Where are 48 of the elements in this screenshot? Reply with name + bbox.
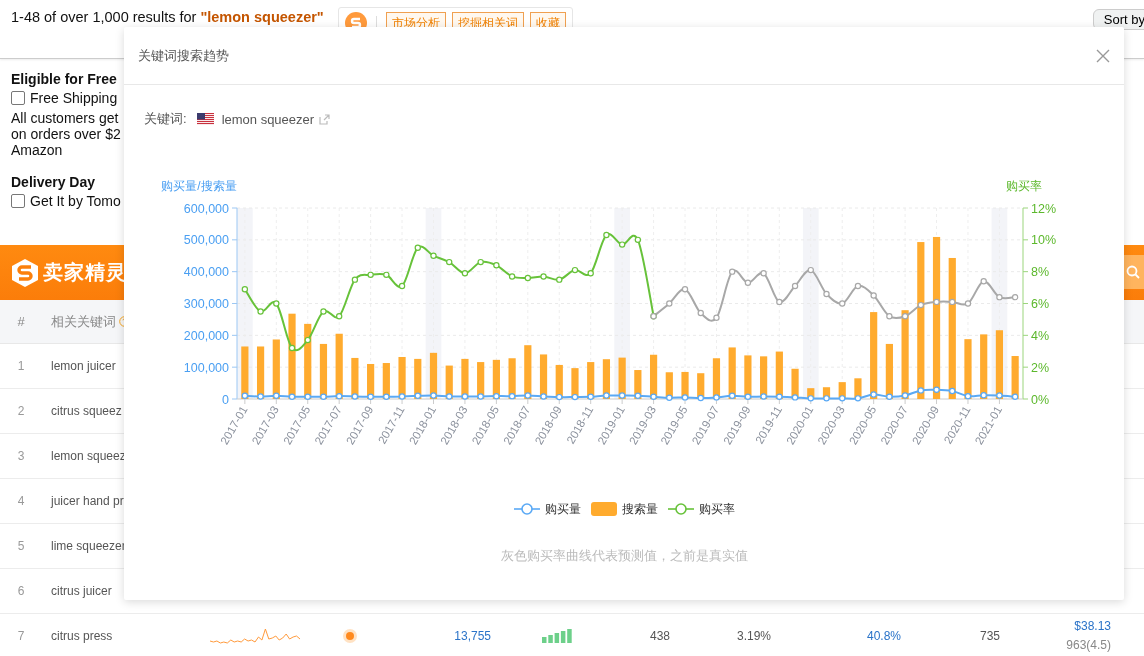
axis-label: 2% xyxy=(1031,360,1050,375)
keyword-cell-text: citrus squeez xyxy=(50,404,123,418)
column-header: 相关关键词 xyxy=(51,312,116,331)
keyword-cell-text: lime squeezer xyxy=(50,539,127,553)
keyword-cell-text: lemon squeez xyxy=(50,449,127,463)
axis-label: 0 xyxy=(222,392,229,407)
keyword-text: lemon squeezer xyxy=(221,111,315,127)
axis-label: 0% xyxy=(1031,392,1050,407)
axis-label: 200,000 xyxy=(183,328,229,343)
table-cell-text: 13,755 xyxy=(453,629,491,643)
axis-label: 600,000 xyxy=(183,201,229,216)
results-summary: 1-48 of over 1,000 results for "lemon squeezer" xyxy=(11,9,324,25)
filter-heading: Eligible for Free xyxy=(11,71,117,87)
axis-label: 4% xyxy=(1031,328,1050,343)
keyword-label: 关键词: xyxy=(144,110,187,128)
review-count: 963(4.5) xyxy=(1066,637,1111,654)
row-number: 7 xyxy=(16,629,26,643)
axis-label: 300,000 xyxy=(183,297,229,311)
filter-note: Amazon xyxy=(11,142,63,158)
row-number: 2 xyxy=(16,404,26,418)
keyword-cell-text: citrus press xyxy=(50,629,114,643)
axis-label: 6% xyxy=(1031,297,1050,311)
column-header: # xyxy=(16,314,26,329)
dialog-title: 关键词搜索趋势 xyxy=(138,46,229,65)
row-number: 4 xyxy=(16,494,26,508)
keyword-cell-text: citrus juicer xyxy=(50,584,113,598)
filter-note: on orders over $2 xyxy=(11,126,121,142)
axis-label: 8% xyxy=(1031,265,1050,280)
table-cell-text: 735 xyxy=(979,629,1001,643)
table-cell-text: 3.19% xyxy=(736,629,772,643)
row-number: 1 xyxy=(16,359,26,373)
axis-title: 购买率 xyxy=(1006,179,1042,193)
logo-text: 卖家精灵 xyxy=(43,260,127,285)
row-number: 6 xyxy=(16,584,26,598)
filter-note: All customers get xyxy=(11,110,119,126)
axis-label: 100,000 xyxy=(183,360,229,375)
row-number: 3 xyxy=(16,449,26,463)
axis-label: 10% xyxy=(1031,233,1057,248)
axis-label: 12% xyxy=(1031,201,1057,216)
table-cell-text: 40.8% xyxy=(866,629,902,643)
axis-label: 400,000 xyxy=(183,265,229,280)
table-cell-text: 438 xyxy=(649,629,671,643)
filter-heading: Delivery Day xyxy=(11,174,96,190)
chart-note: 灰色购买率曲线代表预测值，之前是真实值 xyxy=(499,547,749,565)
axis-title: 购买量/搜索量 xyxy=(161,179,237,193)
keyword-cell-text: juicer hand pr xyxy=(49,494,125,508)
row-number: 5 xyxy=(16,539,26,553)
axis-label: 500,000 xyxy=(183,233,229,248)
